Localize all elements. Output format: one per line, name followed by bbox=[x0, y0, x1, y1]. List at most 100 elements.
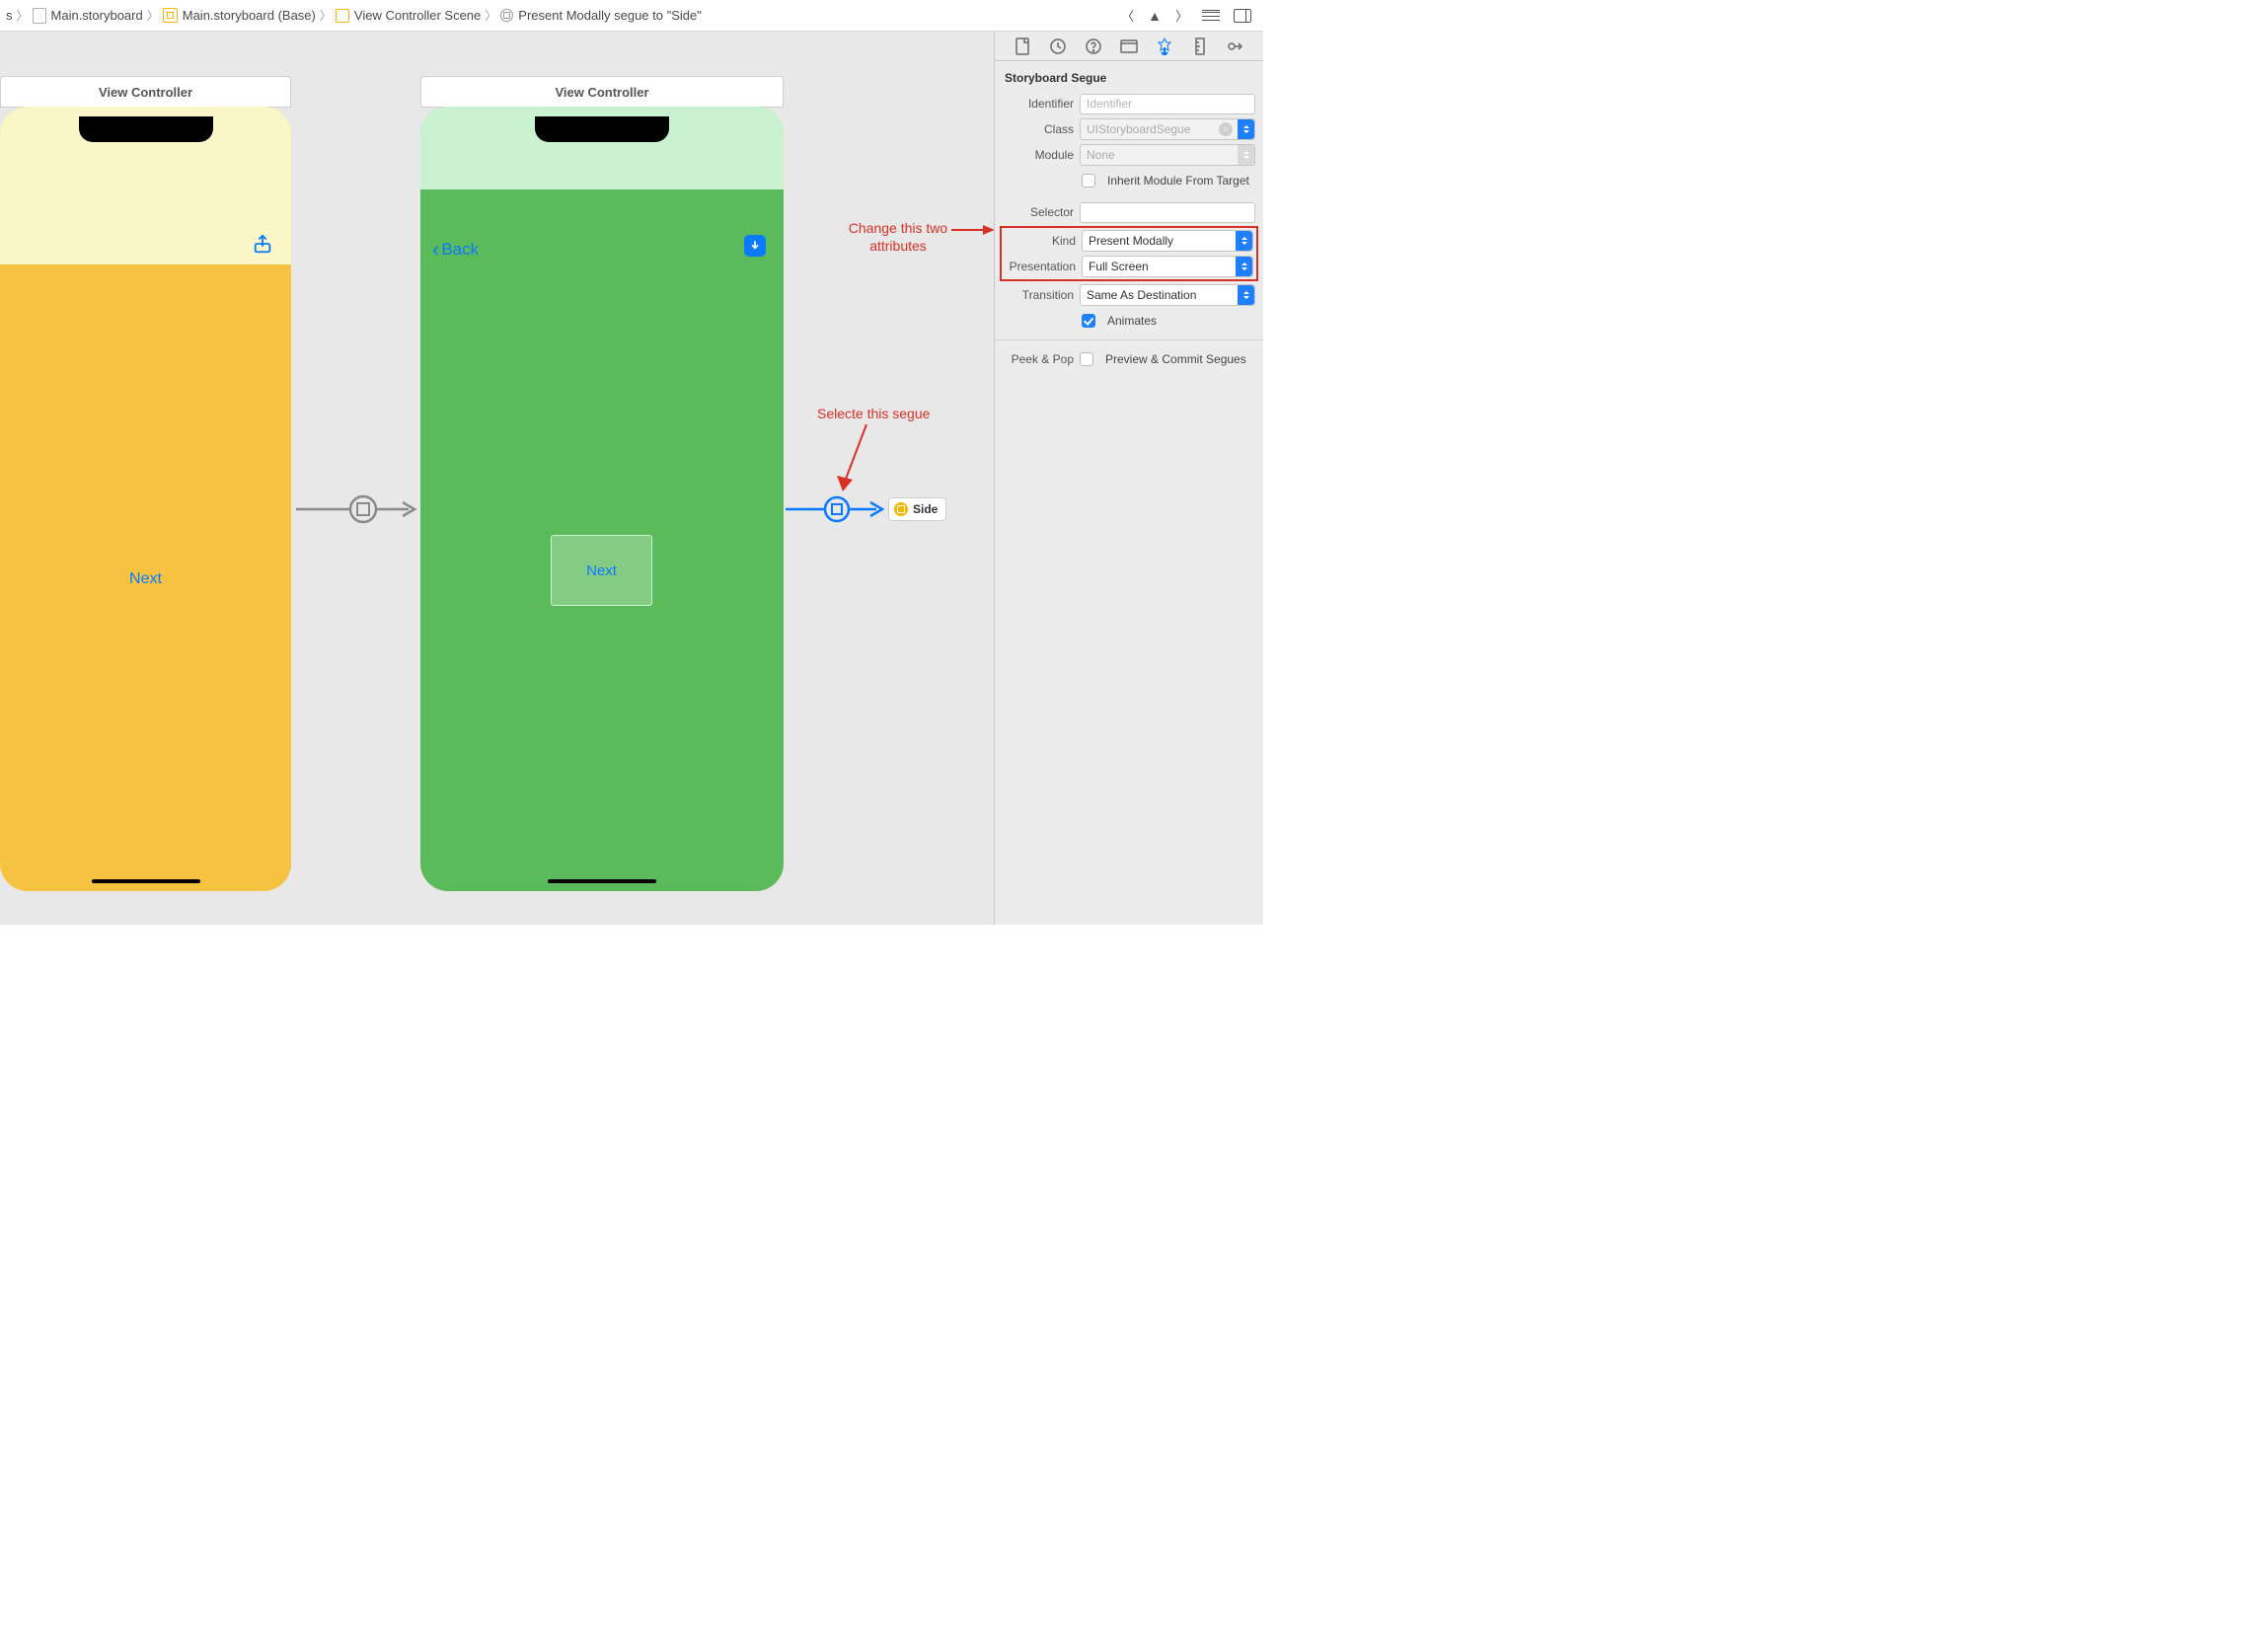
home-indicator bbox=[548, 879, 656, 883]
storyboard-file-icon bbox=[33, 8, 46, 24]
device-notch bbox=[79, 116, 213, 142]
panel-toggle-icon[interactable] bbox=[1234, 9, 1251, 23]
selector-input[interactable] bbox=[1080, 202, 1255, 223]
file-inspector-tab[interactable] bbox=[1013, 37, 1032, 56]
help-inspector-tab[interactable] bbox=[1084, 37, 1103, 56]
breadcrumb-item-truncated[interactable]: s bbox=[6, 8, 13, 23]
dropdown-arrow-icon bbox=[1236, 257, 1252, 276]
back-button[interactable]: ‹ Back bbox=[432, 237, 479, 263]
section-heading: Storyboard Segue bbox=[995, 67, 1263, 91]
checkbox-label: Inherit Module From Target bbox=[1107, 174, 1249, 188]
row-selector: Selector bbox=[995, 199, 1263, 225]
field-label: Identifier bbox=[1003, 97, 1074, 111]
identity-inspector-tab[interactable] bbox=[1119, 37, 1139, 56]
history-forward-icon[interactable]: 〉 bbox=[1175, 6, 1188, 25]
module-combo[interactable]: None bbox=[1080, 144, 1255, 166]
download-icon[interactable] bbox=[744, 235, 766, 257]
annotation-segue: Selecte this segue bbox=[817, 405, 930, 422]
history-inspector-tab[interactable] bbox=[1048, 37, 1068, 56]
device-frame: Next bbox=[0, 107, 291, 891]
scene-reference-side[interactable]: Side bbox=[888, 497, 946, 521]
segue-arrow-selected[interactable] bbox=[786, 493, 884, 525]
scene-reference-label: Side bbox=[913, 502, 938, 516]
breadcrumb-label: Main.storyboard (Base) bbox=[183, 8, 316, 23]
back-label: Back bbox=[441, 240, 479, 260]
dropdown-arrow-icon bbox=[1238, 145, 1254, 165]
container-view[interactable]: Next bbox=[551, 535, 652, 606]
row-module: Module None bbox=[995, 142, 1263, 168]
combo-value: Full Screen bbox=[1083, 260, 1236, 273]
combo-value: Present Modally bbox=[1083, 234, 1236, 248]
next-button[interactable]: Next bbox=[0, 570, 291, 588]
device-notch bbox=[535, 116, 669, 142]
class-combo[interactable]: UIStoryboardSegue ○ bbox=[1080, 118, 1255, 140]
chevron-left-icon: ‹ bbox=[432, 237, 439, 263]
breadcrumb-item-file[interactable]: Main.storyboard bbox=[33, 8, 143, 24]
view-controller-icon bbox=[894, 502, 908, 516]
transition-combo[interactable]: Same As Destination bbox=[1080, 284, 1255, 306]
breadcrumb-label: Main.storyboard bbox=[51, 8, 143, 23]
row-inherit: Inherit Module From Target bbox=[995, 168, 1263, 193]
share-icon[interactable] bbox=[252, 233, 273, 255]
warning-icon[interactable]: ▲ bbox=[1148, 8, 1162, 24]
scene-icon bbox=[336, 9, 349, 23]
size-inspector-tab[interactable] bbox=[1190, 37, 1210, 56]
field-label: Peek & Pop bbox=[1003, 352, 1074, 366]
row-identifier: Identifier bbox=[995, 91, 1263, 116]
outline-toggle-icon[interactable] bbox=[1202, 10, 1220, 22]
breadcrumb-label: Present Modally segue to "Side" bbox=[518, 8, 702, 23]
connections-inspector-tab[interactable] bbox=[1226, 37, 1245, 56]
row-animates: Animates bbox=[995, 308, 1263, 334]
kind-combo[interactable]: Present Modally bbox=[1082, 230, 1253, 252]
inspector-panel: Storyboard Segue Identifier Class UIStor… bbox=[995, 32, 1263, 925]
history-back-icon[interactable]: 〈 bbox=[1121, 6, 1134, 25]
checkbox-label: Preview & Commit Segues bbox=[1105, 352, 1246, 366]
clear-icon[interactable]: ○ bbox=[1219, 122, 1233, 136]
attributes-inspector-tab[interactable] bbox=[1155, 37, 1174, 56]
view-controller-1[interactable]: View Controller Next bbox=[0, 76, 291, 891]
next-button[interactable]: Next bbox=[586, 563, 617, 579]
breadcrumb-label: View Controller Scene bbox=[354, 8, 481, 23]
divider bbox=[995, 339, 1263, 340]
field-label: Presentation bbox=[1005, 260, 1076, 273]
inspector-section-segue: Storyboard Segue Identifier Class UIStor… bbox=[995, 61, 1263, 382]
row-peek-pop: Peek & Pop Preview & Commit Segues bbox=[995, 346, 1263, 372]
annotation-attributes: Change this two attributes bbox=[839, 219, 957, 255]
combo-value: UIStoryboardSegue bbox=[1081, 122, 1238, 136]
storyboard-canvas[interactable]: View Controller Next bbox=[0, 32, 995, 925]
view-controller-2[interactable]: View Controller ‹ Back Next bbox=[420, 76, 784, 891]
row-presentation: Presentation Full Screen bbox=[1003, 254, 1255, 279]
segue-arrow-1[interactable] bbox=[296, 493, 418, 525]
row-kind: Kind Present Modally bbox=[1003, 228, 1255, 254]
presentation-combo[interactable]: Full Screen bbox=[1082, 256, 1253, 277]
chevron-right-icon: 〉 bbox=[485, 7, 496, 24]
field-label: Selector bbox=[1003, 205, 1074, 219]
dropdown-arrow-icon bbox=[1236, 231, 1252, 251]
breadcrumb-item-base[interactable]: Main.storyboard (Base) bbox=[163, 8, 316, 23]
field-label: Module bbox=[1003, 148, 1074, 162]
device-frame: ‹ Back Next bbox=[420, 107, 784, 891]
row-transition: Transition Same As Destination bbox=[995, 282, 1263, 308]
row-class: Class UIStoryboardSegue ○ bbox=[995, 116, 1263, 142]
breadcrumb-bar: s 〉 Main.storyboard 〉 Main.storyboard (B… bbox=[0, 0, 1263, 32]
breadcrumb-controls: 〈 ▲ 〉 bbox=[1121, 6, 1257, 25]
scene-title[interactable]: View Controller bbox=[420, 76, 784, 108]
breadcrumb-item-scene[interactable]: View Controller Scene bbox=[336, 8, 481, 23]
dropdown-arrow-icon bbox=[1238, 285, 1254, 305]
animates-checkbox[interactable] bbox=[1082, 314, 1095, 328]
identifier-input[interactable] bbox=[1080, 94, 1255, 114]
combo-value: Same As Destination bbox=[1081, 288, 1238, 302]
breadcrumb: s 〉 Main.storyboard 〉 Main.storyboard (B… bbox=[6, 7, 1121, 24]
breadcrumb-item-segue[interactable]: Present Modally segue to "Side" bbox=[500, 8, 702, 23]
chevron-right-icon: 〉 bbox=[147, 7, 159, 24]
checkbox-label: Animates bbox=[1107, 314, 1157, 328]
field-label: Class bbox=[1003, 122, 1074, 136]
chevron-right-icon: 〉 bbox=[320, 7, 332, 24]
annotation-arrow-icon bbox=[951, 225, 995, 235]
preview-checkbox[interactable] bbox=[1080, 352, 1093, 366]
segue-icon bbox=[500, 9, 513, 22]
storyboard-icon bbox=[163, 8, 178, 23]
home-indicator bbox=[92, 879, 200, 883]
scene-title[interactable]: View Controller bbox=[0, 76, 291, 108]
inherit-checkbox[interactable] bbox=[1082, 174, 1095, 188]
